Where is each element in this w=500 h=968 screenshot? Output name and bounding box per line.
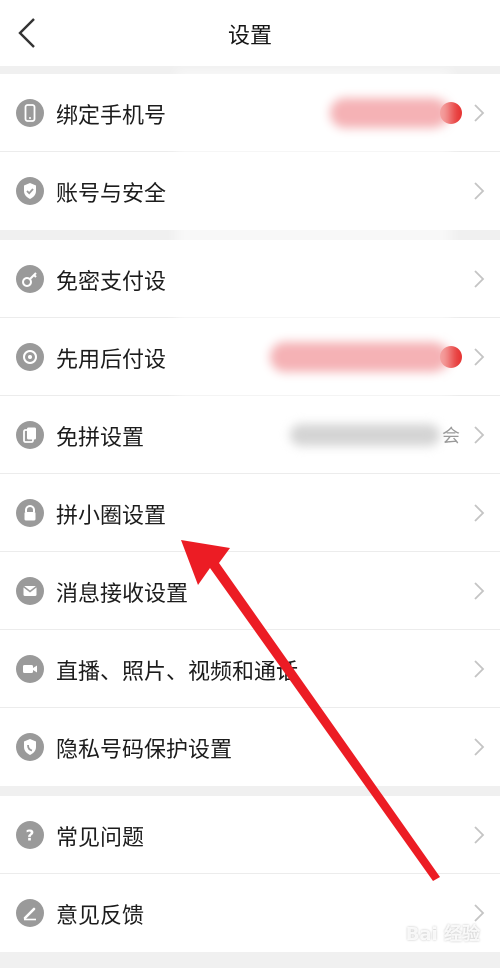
settings-row-skip-group[interactable]: 免拼设置 会	[0, 396, 500, 474]
chevron-right-icon	[474, 738, 485, 756]
chevron-right-icon	[474, 582, 485, 600]
navigation-bar: 设置	[0, 0, 500, 66]
settings-row-label: 绑定手机号	[56, 104, 167, 129]
video-camera-icon	[16, 655, 44, 683]
chevron-right-icon	[474, 348, 485, 366]
mail-icon	[16, 577, 44, 605]
settings-row-label: 免密支付设	[56, 270, 167, 295]
chevron-right-icon	[474, 660, 485, 678]
settings-row-label: 免拼设置	[56, 426, 145, 451]
settings-row-private-number[interactable]: 隐私号码保护设置	[0, 708, 500, 786]
page-title: 设置	[227, 24, 272, 49]
chevron-right-icon	[474, 270, 485, 288]
chevron-right-icon	[474, 504, 485, 522]
settings-row-label: 意见反馈	[56, 904, 145, 929]
settings-row-label: 先用后付设	[56, 348, 167, 373]
phone-shield-icon	[16, 733, 44, 761]
chevron-right-icon	[474, 182, 485, 200]
settings-row-label: 消息接收设置	[56, 582, 189, 607]
settings-row-label: 直播、照片、视频和通话	[56, 660, 299, 685]
shield-icon	[16, 177, 44, 205]
settings-row-faq[interactable]: ? 常见问题	[0, 796, 500, 874]
question-icon: ?	[16, 821, 44, 849]
chevron-right-icon	[474, 104, 485, 122]
chevron-right-icon	[474, 426, 485, 444]
phone-icon	[16, 99, 44, 127]
settings-row-label: 拼小圈设置	[56, 504, 167, 529]
redacted-value	[290, 424, 440, 446]
settings-row-live-media-call[interactable]: 直播、照片、视频和通话	[0, 630, 500, 708]
svg-text:?: ?	[26, 827, 35, 845]
watermark-text: Bai 经验	[405, 924, 480, 945]
settings-row-value: 会	[442, 426, 460, 447]
chevron-right-icon	[474, 826, 485, 844]
cards-icon	[16, 421, 44, 449]
pencil-icon	[16, 899, 44, 927]
settings-row-label: 隐私号码保护设置	[56, 738, 233, 763]
key-icon	[16, 265, 44, 293]
settings-row-message-receive[interactable]: 消息接收设置	[0, 552, 500, 630]
redaction-blur	[176, 70, 451, 400]
settings-row-label: 账号与安全	[56, 182, 167, 207]
badge-icon	[16, 343, 44, 371]
settings-row-social-circle[interactable]: 拼小圈设置	[0, 474, 500, 552]
settings-row-label: 常见问题	[56, 826, 145, 851]
lock-icon	[16, 499, 44, 527]
